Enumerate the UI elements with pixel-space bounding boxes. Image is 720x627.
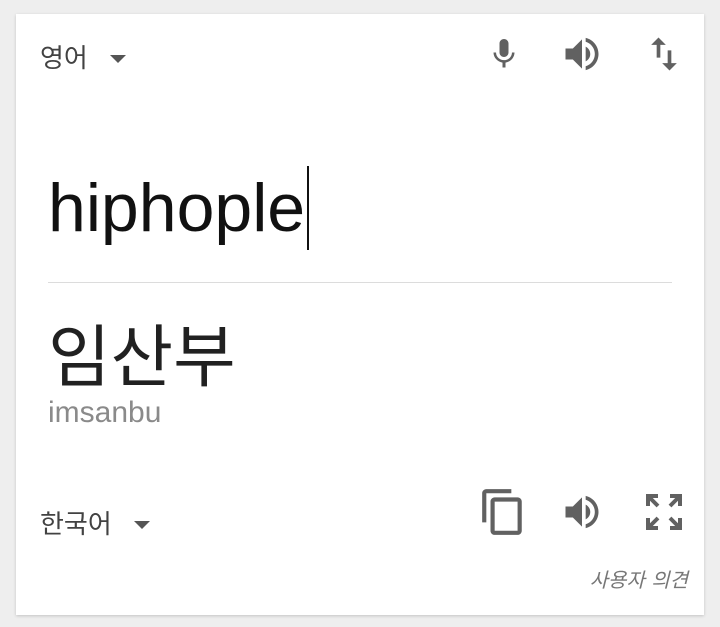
translation-text: 임산부 — [48, 319, 236, 398]
source-text: hiphople — [48, 170, 306, 246]
feedback-link[interactable]: 사용자 의견 — [590, 564, 688, 593]
text-cursor — [307, 166, 310, 250]
speaker-icon[interactable] — [560, 490, 604, 534]
target-language-label: 한국어 — [40, 510, 112, 540]
divider — [48, 282, 672, 283]
microphone-icon[interactable] — [486, 32, 522, 76]
caret-down-icon — [109, 54, 126, 63]
source-text-input[interactable]: hiphople — [48, 166, 310, 250]
speaker-icon[interactable] — [560, 32, 604, 76]
translate-card: 영어 hiphople 임산부 imsanbu 한국어 사용자 의견 — [16, 14, 704, 615]
caret-down-icon — [133, 520, 150, 529]
source-language-label: 영어 — [40, 44, 88, 74]
romanization-text: imsanbu — [48, 396, 162, 429]
source-language-selector[interactable]: 영어 — [40, 38, 126, 75]
copy-icon[interactable] — [478, 486, 528, 538]
target-language-selector[interactable]: 한국어 — [40, 504, 150, 541]
fullscreen-icon[interactable] — [640, 488, 688, 536]
swap-languages-icon[interactable] — [642, 32, 686, 76]
